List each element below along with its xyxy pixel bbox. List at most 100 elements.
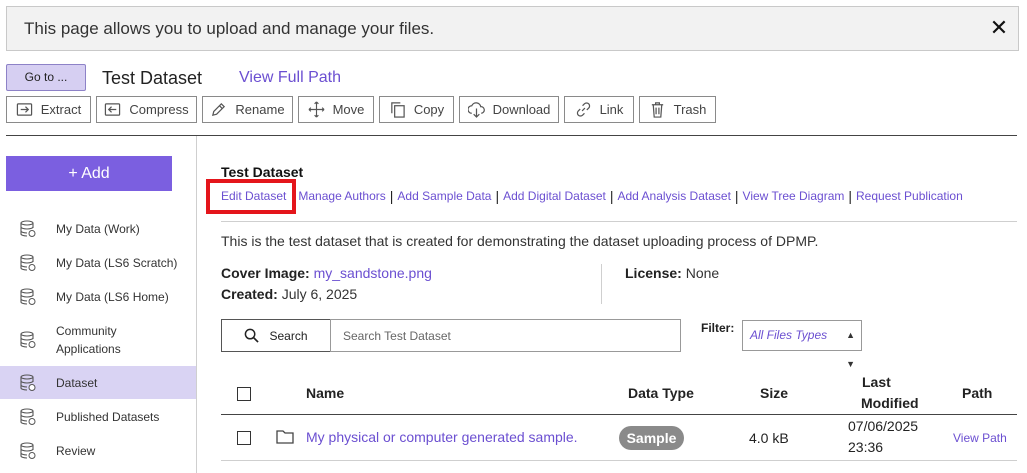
banner-text: This page allows you to upload and manag… (24, 19, 435, 38)
extract-label: Extract (40, 102, 82, 117)
sidebar-item-my-data-ls6-home[interactable]: My Data (LS6 Home) (0, 287, 196, 307)
sidebar-divider (196, 136, 197, 473)
created-value: July 6, 2025 (281, 286, 358, 302)
folder-icon (276, 430, 294, 444)
extract-icon (16, 103, 32, 116)
compress-label: Compress (129, 102, 189, 117)
license-row: License: None (625, 265, 719, 281)
add-analysis-dataset-link[interactable]: Add Analysis Dataset (618, 189, 731, 203)
divider (6, 135, 1017, 136)
download-icon (467, 102, 485, 118)
add-button[interactable]: + Add (6, 156, 172, 191)
move-label: Move (332, 102, 365, 117)
sidebar-item-dataset[interactable]: Dataset (0, 366, 196, 399)
created-row: Created: July 6, 2025 (221, 286, 357, 302)
column-header-data-type[interactable]: Data Type (628, 385, 694, 401)
column-header-size[interactable]: Size (760, 385, 788, 401)
divider (221, 460, 1017, 461)
view-path-link[interactable]: View Path (953, 431, 1007, 445)
extract-button[interactable]: Extract (6, 96, 91, 123)
separator: | (495, 188, 500, 204)
row-checkbox[interactable] (237, 431, 251, 445)
database-icon (20, 220, 36, 237)
data-type-badge: Sample (619, 426, 684, 450)
separator: | (848, 188, 853, 204)
search-button-label: Search (269, 328, 308, 343)
search-input[interactable] (330, 319, 681, 352)
cover-image-row: Cover Image: my_sandstone.png (221, 265, 432, 281)
link-icon (576, 102, 590, 117)
row-size: 4.0 kB (749, 430, 789, 446)
add-sample-data-link[interactable]: Add Sample Data (397, 189, 491, 203)
column-header-last-modified-line1[interactable]: Last (862, 374, 891, 390)
rename-label: Rename (235, 102, 285, 117)
copy-label: Copy (413, 102, 445, 117)
request-publication-link[interactable]: Request Publication (856, 189, 963, 203)
license-label: License: (625, 265, 682, 281)
trash-label: Trash (673, 102, 707, 117)
column-header-path: Path (962, 385, 993, 401)
compress-icon (105, 103, 121, 116)
sidebar-item-label: Review (56, 444, 96, 458)
divider (221, 221, 1017, 222)
separator: | (609, 188, 614, 204)
row-modified-time: 23:36 (848, 439, 884, 455)
sidebar-item-community-applications[interactable]: Community Applications (0, 321, 196, 359)
license-value: None (685, 265, 720, 281)
link-button[interactable]: Link (564, 96, 634, 123)
dataset-title: Test Dataset (221, 164, 304, 180)
view-full-path-link[interactable]: View Full Path (239, 69, 341, 87)
sidebar-item-my-data-ls6-scratch[interactable]: My Data (LS6 Scratch) (0, 253, 196, 273)
compress-button[interactable]: Compress (96, 96, 197, 123)
filter-select[interactable]: All Files Types ▲ ▼ (742, 320, 862, 369)
manage-authors-link[interactable]: Manage Authors (298, 189, 385, 203)
sidebar-item-review[interactable]: Review (0, 441, 196, 461)
sidebar-item-label: Applications (56, 342, 121, 356)
move-button[interactable]: Move (298, 96, 374, 123)
database-icon (20, 331, 36, 348)
info-banner: This page allows you to upload and manag… (6, 6, 1019, 51)
filter-selected-value: All Files Types (750, 328, 828, 342)
chevron-updown-icon: ▲ ▼ (846, 330, 855, 369)
trash-icon (651, 102, 663, 118)
sidebar-item-label: Published Datasets (56, 410, 160, 424)
search-button[interactable]: Search (221, 319, 331, 352)
column-header-name[interactable]: Name (306, 385, 344, 401)
database-icon (20, 408, 36, 425)
column-header-last-modified-line2[interactable]: Modified (861, 395, 919, 411)
sidebar-item-label: My Data (Work) (56, 222, 140, 236)
sidebar-item-label: Community (56, 324, 117, 338)
separator: | (389, 188, 394, 204)
sidebar-item-label: Dataset (56, 376, 98, 390)
sidebar-item-published-datasets[interactable]: Published Datasets (0, 407, 196, 427)
filter-label: Filter: (701, 321, 735, 335)
dataset-actions: Edit Dataset Manage Authors | Add Sample… (221, 188, 963, 204)
cover-image-label: Cover Image: (221, 265, 310, 281)
divider (221, 414, 1017, 415)
pencil-icon (212, 102, 226, 117)
sidebar-item-label: My Data (LS6 Scratch) (56, 256, 178, 270)
view-tree-diagram-link[interactable]: View Tree Diagram (743, 189, 845, 203)
sidebar-item-my-data-work[interactable]: My Data (Work) (0, 219, 196, 239)
dataset-description: This is the test dataset that is created… (221, 233, 819, 249)
add-digital-dataset-link[interactable]: Add Digital Dataset (503, 189, 606, 203)
move-icon (308, 101, 325, 118)
cover-image-link[interactable]: my_sandstone.png (314, 265, 432, 281)
download-button[interactable]: Download (459, 96, 559, 123)
select-all-checkbox[interactable] (237, 387, 251, 401)
copy-button[interactable]: Copy (379, 96, 454, 123)
copy-icon (391, 102, 405, 118)
trash-button[interactable]: Trash (639, 96, 716, 123)
goto-button[interactable]: Go to ... (6, 64, 86, 91)
highlight-box (206, 179, 296, 214)
database-icon (20, 374, 36, 391)
close-icon[interactable]: ✕ (988, 17, 1010, 39)
database-icon (20, 442, 36, 459)
rename-button[interactable]: Rename (202, 96, 293, 123)
created-label: Created: (221, 286, 278, 302)
link-label: Link (599, 102, 624, 117)
sidebar-item-label: My Data (LS6 Home) (56, 290, 169, 304)
database-icon (20, 288, 36, 305)
row-name-link[interactable]: My physical or computer generated sample… (306, 429, 578, 445)
search-icon (245, 328, 260, 343)
